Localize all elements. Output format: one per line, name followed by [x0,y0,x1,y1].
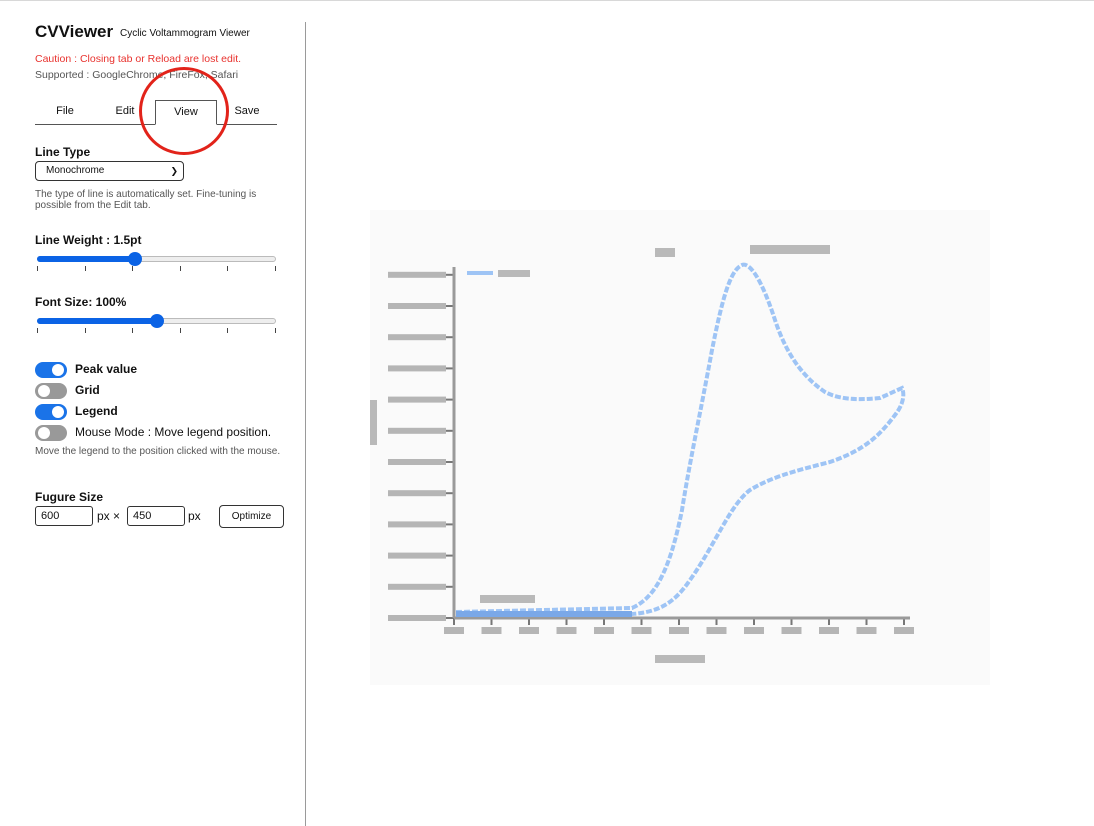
figure-height-input[interactable]: 450 [127,506,185,526]
switch-knob [52,364,64,376]
slider-tick [227,266,229,271]
switch-knob [38,427,50,439]
line-weight-label: Line Weight : 1.5pt [35,233,142,247]
line-type-select[interactable]: Monochrome ❯ [35,161,184,181]
line-type-help: The type of line is automatically set. F… [35,189,257,211]
blurred-peak-label [750,245,830,254]
blurred-x-tick-label [444,627,464,634]
blurred-y-tick-label [388,615,446,621]
blurred-y-tick-label [388,552,446,559]
mouse-mode-label: Mouse Mode : Move legend position. [75,425,272,439]
slider-tick [37,328,38,333]
blurred-x-axis-label [655,655,705,663]
blurred-peak-label-low [480,595,535,603]
y-axis-ticks [388,271,454,621]
tab-file[interactable]: File [35,100,95,122]
blurred-x-tick-label [819,627,839,634]
line-type-value: Monochrome [46,165,105,176]
width-unit: px × [97,509,121,523]
blurred-y-tick-label [388,365,446,372]
slider-tick [179,266,181,271]
legend-switch[interactable] [35,404,67,420]
switch-knob [52,406,64,418]
slider-fill [37,318,157,324]
blurred-title [655,248,675,257]
height-unit: px [188,509,201,523]
font-size-slider[interactable] [37,314,276,328]
grid-label: Grid [75,383,100,397]
line-weight-slider[interactable] [37,252,276,266]
font-size-label: Font Size: 100% [35,295,127,309]
sidebar-divider [305,22,306,826]
blurred-y-tick-label [388,271,446,278]
blurred-x-tick-label [781,627,802,634]
grid-switch[interactable] [35,383,67,399]
slider-fill [37,256,135,262]
blurred-y-tick-label [388,334,446,341]
figure-width-input[interactable]: 600 [35,506,93,526]
legend-label: Legend [75,404,118,418]
slider-tick [37,266,38,271]
blurred-x-tick-label [669,627,689,634]
blurred-x-tick-label [481,627,502,634]
app-subtitle: Cyclic Voltammogram Viewer [120,28,250,39]
slider-tick [84,266,86,271]
blurred-y-tick-label [388,396,446,403]
blurred-y-tick-label [388,521,446,528]
figure-size-label: Fugure Size [35,490,104,504]
line-type-label: Line Type [35,145,91,159]
blurred-x-tick-label [744,627,764,634]
slider-tick [84,328,86,333]
blurred-x-tick-label [519,627,539,634]
peak-value-label: Peak value [75,362,138,376]
blurred-x-tick-label [556,627,577,634]
chevron-down-icon: ❯ [170,166,178,176]
slider-tick [132,266,134,271]
blurred-y-tick-label [388,427,446,434]
slider-thumb[interactable] [127,252,142,266]
blurred-x-tick-label [706,627,727,634]
mouse-mode-help: Move the legend to the position clicked … [35,446,281,457]
blurred-y-tick-label [388,459,446,465]
optimize-button[interactable]: Optimize [219,505,284,528]
cv-curve [455,262,906,616]
highlight-circle-annotation [139,67,229,155]
slider-tick [227,328,229,333]
caution-text: Caution : Closing tab or Reload are lost… [35,53,242,65]
peak-value-switch[interactable] [35,362,67,378]
slider-tick [179,328,181,333]
line-weight-ticks [37,266,276,272]
blurred-legend-text [498,270,530,277]
slider-tick [275,328,276,333]
blurred-x-tick-label [856,627,877,634]
blurred-y-axis-label [368,400,377,445]
x-axis-ticks [444,618,914,634]
app-title: CVViewer [35,22,114,41]
blurred-y-tick-label [388,583,446,590]
blurred-x-tick-label [594,627,614,634]
cv-plot [368,245,914,663]
sidebar: CVViewer Cyclic Voltammogram Viewer Caut… [0,0,305,826]
slider-tick [132,328,134,333]
chart-preview[interactable] [368,210,990,685]
mouse-mode-switch[interactable] [35,425,67,441]
blurred-y-tick-label [388,303,446,309]
blurred-y-tick-label [388,490,446,497]
slider-tick [275,266,276,271]
switch-knob [38,385,50,397]
blurred-x-tick-label [631,627,652,634]
font-size-ticks [37,328,276,334]
slider-thumb[interactable] [149,314,164,328]
blurred-x-tick-label [894,627,914,634]
